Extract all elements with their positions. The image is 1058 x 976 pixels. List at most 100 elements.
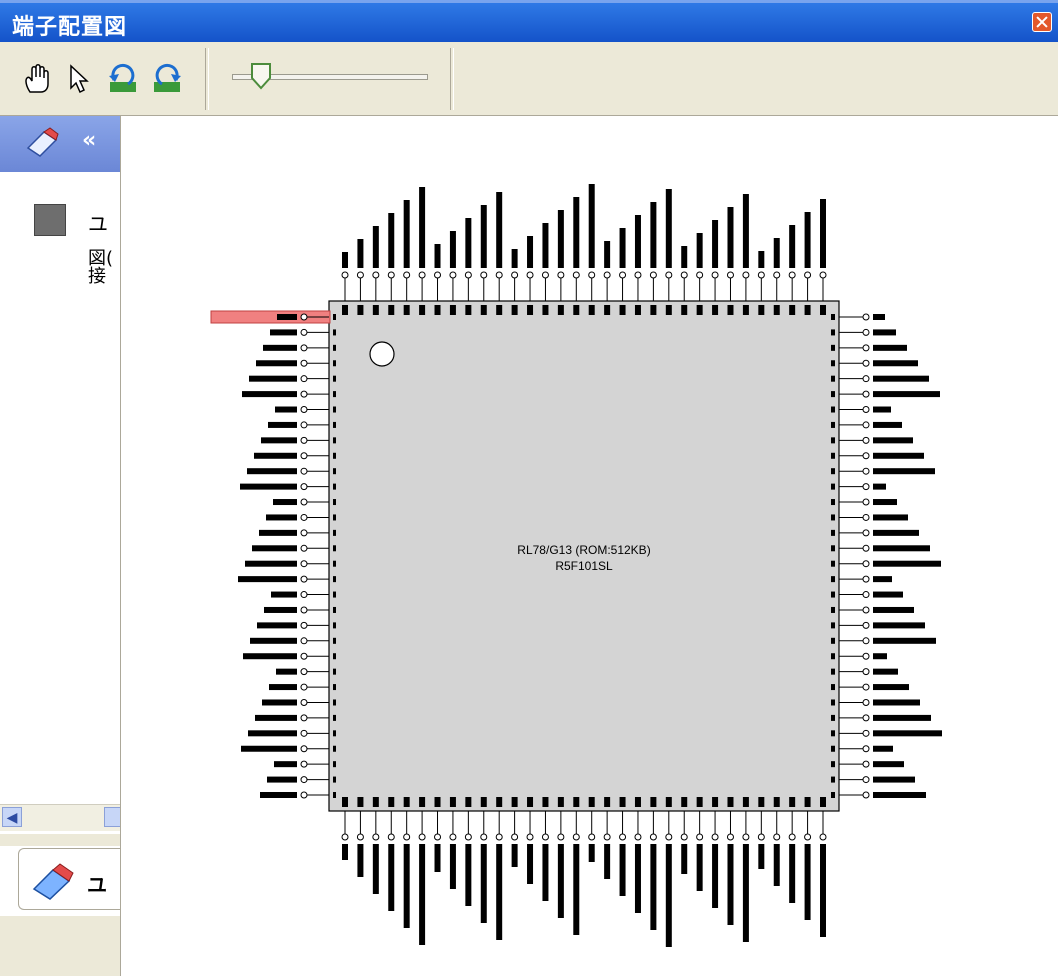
pin-label[interactable] — [257, 622, 297, 629]
pin-label[interactable] — [496, 192, 503, 268]
pin-label[interactable] — [873, 730, 942, 737]
pin-label[interactable] — [333, 576, 336, 583]
pin-label[interactable] — [873, 468, 935, 475]
pin-bottom-14[interactable] — [541, 833, 549, 841]
panel-tab[interactable]: ユ — [18, 848, 120, 910]
pin-bottom-9[interactable] — [464, 833, 472, 841]
pin-label[interactable] — [333, 314, 336, 320]
pin-left-15[interactable] — [300, 529, 308, 537]
pin-label[interactable] — [511, 305, 518, 315]
pin-diagram-canvas[interactable]: RL78/G13 (ROM:512KB) R5F101SL — [121, 116, 1058, 976]
pin-top-15[interactable] — [557, 271, 565, 279]
pin-left-23[interactable] — [300, 652, 308, 660]
pin-label[interactable] — [831, 468, 835, 475]
pin-bottom-8[interactable] — [449, 833, 457, 841]
pin-label[interactable] — [277, 314, 297, 320]
pin-top-31[interactable] — [804, 271, 812, 279]
pin-label[interactable] — [588, 184, 595, 268]
pin-right-18[interactable] — [862, 575, 870, 583]
pin-label[interactable] — [480, 205, 487, 268]
pin-label[interactable] — [333, 375, 336, 382]
pin-label[interactable] — [773, 305, 780, 315]
pin-label[interactable] — [248, 730, 297, 737]
pin-right-30[interactable] — [862, 760, 870, 768]
pin-label[interactable] — [619, 305, 626, 315]
pointer-icon[interactable] — [62, 62, 96, 96]
pin-label[interactable] — [573, 797, 580, 807]
pin-label[interactable] — [342, 844, 348, 860]
pin-label[interactable] — [333, 622, 336, 629]
pin-label[interactable] — [542, 223, 549, 268]
pin-label[interactable] — [333, 637, 336, 644]
pin-label[interactable] — [820, 797, 826, 807]
pin-left-2[interactable] — [300, 328, 308, 336]
pin-label[interactable] — [333, 421, 336, 428]
pin-right-17[interactable] — [862, 560, 870, 568]
pin-label[interactable] — [873, 606, 914, 613]
pin-label[interactable] — [243, 653, 297, 660]
pin-left-19[interactable] — [300, 591, 308, 599]
pin-label[interactable] — [333, 714, 336, 721]
pin-label[interactable] — [271, 591, 297, 598]
pin-label[interactable] — [256, 360, 297, 367]
pin-label[interactable] — [696, 305, 703, 315]
pin-label[interactable] — [873, 560, 941, 567]
pin-label[interactable] — [262, 699, 297, 706]
pin-top-17[interactable] — [588, 271, 596, 279]
pin-label[interactable] — [696, 233, 703, 268]
pin-bottom-32[interactable] — [819, 833, 827, 841]
pin-top-30[interactable] — [788, 271, 796, 279]
pin-label[interactable] — [333, 745, 336, 752]
pin-label[interactable] — [873, 406, 891, 413]
pin-label[interactable] — [831, 344, 835, 351]
pin-label[interactable] — [403, 200, 410, 268]
pin-label[interactable] — [250, 637, 297, 644]
pin-top-28[interactable] — [757, 271, 765, 279]
pin-label[interactable] — [742, 194, 749, 268]
pin-label[interactable] — [873, 452, 924, 459]
pin-label[interactable] — [557, 797, 564, 807]
pin-label[interactable] — [588, 797, 595, 807]
pin-label[interactable] — [831, 699, 835, 706]
pin-top-21[interactable] — [649, 271, 657, 279]
pin-label[interactable] — [712, 797, 719, 807]
pin-label[interactable] — [727, 797, 734, 807]
pin-right-6[interactable] — [862, 390, 870, 398]
pin-label[interactable] — [831, 730, 835, 737]
pin-label[interactable] — [831, 745, 835, 752]
pin-top-7[interactable] — [434, 271, 442, 279]
pin-label[interactable] — [270, 329, 297, 336]
pin-label[interactable] — [634, 797, 641, 807]
pin-label[interactable] — [333, 406, 336, 413]
pin-label[interactable] — [357, 797, 364, 807]
pin-label[interactable] — [333, 776, 336, 783]
pin-label[interactable] — [333, 653, 336, 660]
pin-top-11[interactable] — [495, 271, 503, 279]
pin-label[interactable] — [650, 305, 657, 315]
pin-label[interactable] — [403, 305, 410, 315]
pin-label[interactable] — [588, 844, 595, 862]
pin-bottom-23[interactable] — [680, 833, 688, 841]
pin-label[interactable] — [245, 560, 297, 567]
pin-label[interactable] — [831, 714, 835, 721]
pin-label[interactable] — [238, 576, 297, 583]
pin-label[interactable] — [712, 220, 719, 268]
pin-label[interactable] — [333, 792, 336, 798]
pin-right-3[interactable] — [862, 344, 870, 352]
pin-right-1[interactable] — [862, 313, 870, 321]
pin-label[interactable] — [619, 228, 626, 268]
pin-label[interactable] — [789, 225, 796, 268]
pin-label[interactable] — [333, 730, 336, 737]
pin-bottom-30[interactable] — [788, 833, 796, 841]
pin-left-17[interactable] — [300, 560, 308, 568]
pin-label[interactable] — [588, 305, 595, 315]
pin-top-10[interactable] — [480, 271, 488, 279]
pin-label[interactable] — [820, 199, 826, 268]
pin-label[interactable] — [449, 231, 456, 268]
zoom-slider-thumb[interactable] — [250, 62, 272, 90]
pin-label[interactable] — [260, 792, 297, 798]
pin-bottom-22[interactable] — [665, 833, 673, 841]
pin-label[interactable] — [557, 844, 564, 918]
pin-bottom-29[interactable] — [773, 833, 781, 841]
pin-label[interactable] — [873, 792, 926, 798]
